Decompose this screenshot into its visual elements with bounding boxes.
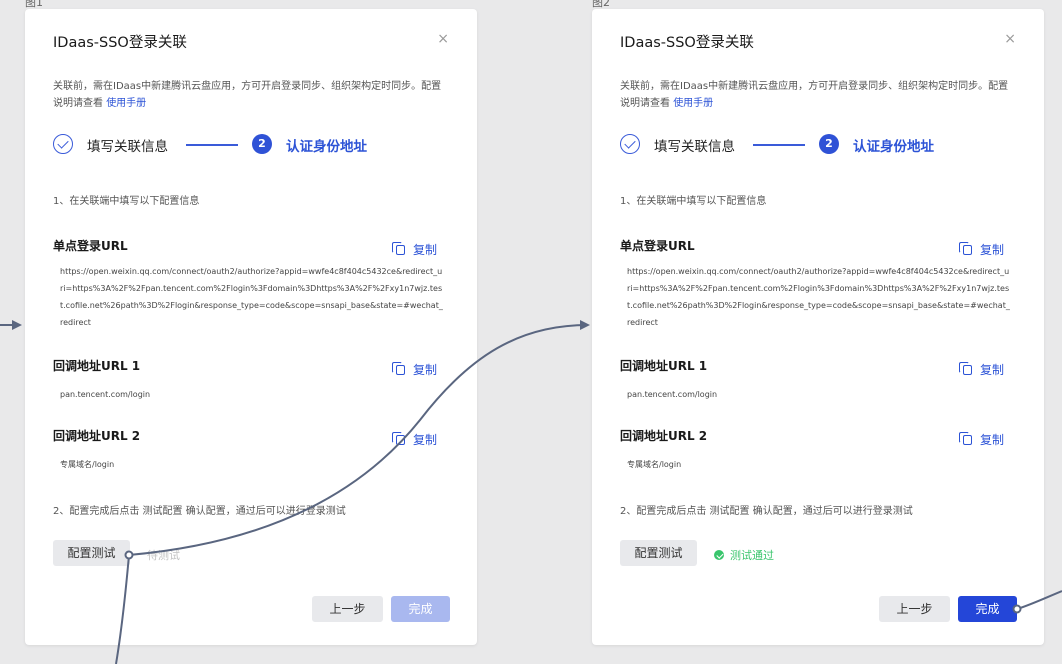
- flow-line-from-test-button: [115, 554, 130, 664]
- flow-curve-to-right-dialog: [128, 320, 590, 556]
- flow-anchor-dot-right: [1012, 604, 1022, 614]
- flow-line-from-done-button: [1016, 590, 1062, 610]
- flow-connectors: [0, 320, 1062, 664]
- flow-anchor-dot-left: [124, 550, 134, 560]
